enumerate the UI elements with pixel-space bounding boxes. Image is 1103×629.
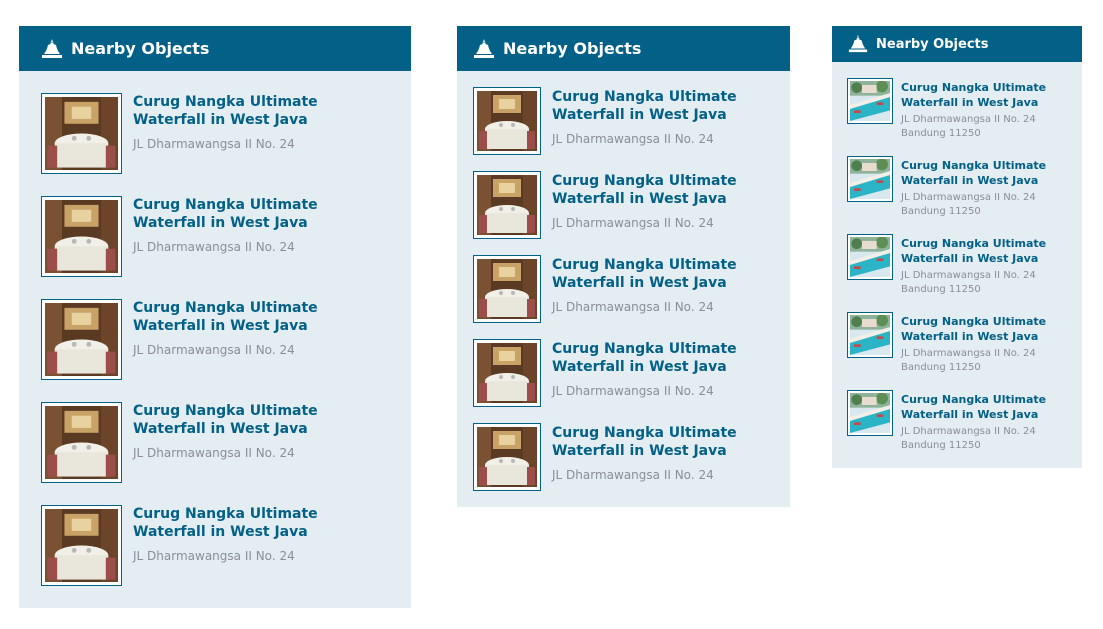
thumbnail-image[interactable] xyxy=(473,87,541,155)
item-title-link[interactable]: Curug Nangka Ultimate Waterfall in West … xyxy=(552,88,757,124)
thumbnail-image[interactable] xyxy=(473,339,541,407)
thumbnail-image[interactable] xyxy=(473,171,541,239)
temple-stupa-icon xyxy=(41,38,63,60)
widget-header: Nearby Objects xyxy=(457,26,790,71)
item-title-link[interactable]: Curug Nangka Ultimate Waterfall in West … xyxy=(552,172,757,208)
item-address: JL Dharmawangsa II No. 24 xyxy=(552,132,714,146)
temple-stupa-icon xyxy=(473,38,495,60)
item-title-link[interactable]: Curug Nangka Ultimate Waterfall in West … xyxy=(901,158,1071,188)
item-title-link[interactable]: Curug Nangka Ultimate Waterfall in West … xyxy=(552,424,757,460)
thumbnail-image[interactable] xyxy=(41,196,122,277)
item-address: JL Dharmawangsa II No. 24 xyxy=(552,216,714,230)
item-title-link[interactable]: Curug Nangka Ultimate Waterfall in West … xyxy=(901,80,1071,110)
thumbnail-image[interactable] xyxy=(41,93,122,174)
item-address: JL Dharmawangsa II No. 24 xyxy=(552,384,714,398)
item-address: JL Dharmawangsa II No. 24 xyxy=(133,446,295,460)
thumbnail-image[interactable] xyxy=(847,156,893,202)
thumbnail-image[interactable] xyxy=(473,255,541,323)
item-address: JL Dharmawangsa II No. 24 Bandung 11250 xyxy=(901,270,1036,295)
item-title-link[interactable]: Curug Nangka Ultimate Waterfall in West … xyxy=(133,93,383,129)
thumbnail-image[interactable] xyxy=(847,234,893,280)
item-title-link[interactable]: Curug Nangka Ultimate Waterfall in West … xyxy=(552,256,757,292)
nearby-objects-widget-medium: Nearby Objects Curug Nangka Ultimate Wat… xyxy=(457,26,790,507)
item-address: JL Dharmawangsa II No. 24 xyxy=(133,343,295,357)
item-title-link[interactable]: Curug Nangka Ultimate Waterfall in West … xyxy=(901,236,1071,266)
nearby-objects-widget-small: Nearby Objects Curug Nangka Ultimate Wat… xyxy=(832,26,1082,468)
item-address: JL Dharmawangsa II No. 24 xyxy=(552,300,714,314)
temple-stupa-icon xyxy=(848,34,868,54)
item-address: JL Dharmawangsa II No. 24 Bandung 11250 xyxy=(901,114,1036,139)
nearby-objects-widget-large: Nearby Objects Curug Nangka Ultimate Wat… xyxy=(19,26,411,608)
item-title-link[interactable]: Curug Nangka Ultimate Waterfall in West … xyxy=(133,505,383,541)
thumbnail-image[interactable] xyxy=(41,505,122,586)
thumbnail-image[interactable] xyxy=(41,299,122,380)
item-title-link[interactable]: Curug Nangka Ultimate Waterfall in West … xyxy=(133,402,383,438)
item-address: JL Dharmawangsa II No. 24 xyxy=(133,137,295,151)
widget-title: Nearby Objects xyxy=(71,39,210,58)
widget-title: Nearby Objects xyxy=(503,39,642,58)
item-address: JL Dharmawangsa II No. 24 xyxy=(552,468,714,482)
thumbnail-image[interactable] xyxy=(847,390,893,436)
item-address: JL Dharmawangsa II No. 24 xyxy=(133,240,295,254)
widget-header: Nearby Objects xyxy=(19,26,411,71)
item-address: JL Dharmawangsa II No. 24 xyxy=(133,549,295,563)
item-title-link[interactable]: Curug Nangka Ultimate Waterfall in West … xyxy=(901,392,1071,422)
item-title-link[interactable]: Curug Nangka Ultimate Waterfall in West … xyxy=(133,299,383,335)
item-title-link[interactable]: Curug Nangka Ultimate Waterfall in West … xyxy=(901,314,1071,344)
thumbnail-image[interactable] xyxy=(473,423,541,491)
item-address: JL Dharmawangsa II No. 24 Bandung 11250 xyxy=(901,426,1036,451)
thumbnail-image[interactable] xyxy=(41,402,122,483)
widget-title: Nearby Objects xyxy=(876,36,989,52)
item-address: JL Dharmawangsa II No. 24 Bandung 11250 xyxy=(901,348,1036,373)
item-title-link[interactable]: Curug Nangka Ultimate Waterfall in West … xyxy=(133,196,383,232)
thumbnail-image[interactable] xyxy=(847,312,893,358)
widget-header: Nearby Objects xyxy=(832,26,1082,62)
item-address: JL Dharmawangsa II No. 24 Bandung 11250 xyxy=(901,192,1036,217)
thumbnail-image[interactable] xyxy=(847,78,893,124)
item-title-link[interactable]: Curug Nangka Ultimate Waterfall in West … xyxy=(552,340,757,376)
